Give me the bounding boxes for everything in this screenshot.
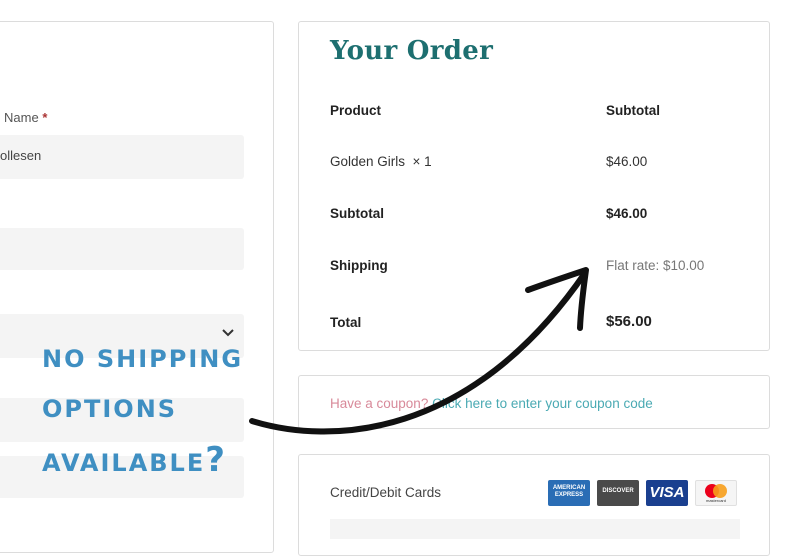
mastercard-text: mastercard	[705, 498, 726, 503]
annotation-line-3: AVAILABLE?	[42, 440, 225, 480]
shipping-label: Shipping	[330, 258, 388, 273]
order-summary-panel	[298, 21, 770, 351]
total-value: $56.00	[606, 313, 652, 330]
shipping-value: Flat rate: $10.00	[606, 258, 705, 273]
visa-card-icon: VISA	[646, 480, 688, 506]
coupon-link[interactable]: Click here to enter your coupon code	[432, 396, 653, 411]
name-field-label: Name *	[4, 110, 47, 125]
required-mark: *	[42, 110, 48, 125]
annotation-line-2: OPTIONS	[42, 395, 178, 423]
line-item: Golden Girls × 1	[330, 154, 432, 169]
coupon-prompt: Have a coupon?	[330, 396, 429, 411]
annotation-question-mark: ?	[205, 440, 225, 480]
item-price: $46.00	[606, 154, 648, 169]
company-input[interactable]	[0, 228, 244, 270]
subtotal-header: Subtotal	[606, 103, 660, 118]
annotation-line-3-text: AVAILABLE	[42, 449, 206, 477]
item-name: Golden Girls	[330, 154, 406, 169]
item-quantity: × 1	[412, 154, 432, 169]
amex-card-text: AMERICAN EXPRESS	[552, 485, 586, 498]
discover-card-icon: DISCOVER	[597, 480, 639, 506]
product-header: Product	[330, 103, 382, 118]
discover-card-text: DISCOVER	[602, 488, 634, 494]
coupon-notice: Have a coupon? Click here to enter your …	[330, 396, 653, 411]
payment-method-label[interactable]: Credit/Debit Cards	[330, 485, 441, 500]
subtotal-value: $46.00	[606, 206, 648, 221]
card-details-area[interactable]	[330, 519, 740, 539]
chevron-down-icon[interactable]	[221, 328, 235, 338]
name-input-value: ollesen	[0, 148, 42, 163]
name-label-text: Name	[4, 110, 39, 125]
subtotal-label: Subtotal	[330, 206, 384, 221]
order-title: Your Order	[330, 36, 494, 66]
mastercard-icon: mastercard	[695, 480, 737, 506]
name-input[interactable]: ollesen	[0, 135, 244, 179]
amex-card-icon: AMERICAN EXPRESS	[548, 480, 590, 506]
total-label: Total	[330, 315, 362, 330]
visa-card-text: VISA	[649, 484, 685, 501]
annotation-line-1: NO SHIPPING	[42, 345, 244, 373]
